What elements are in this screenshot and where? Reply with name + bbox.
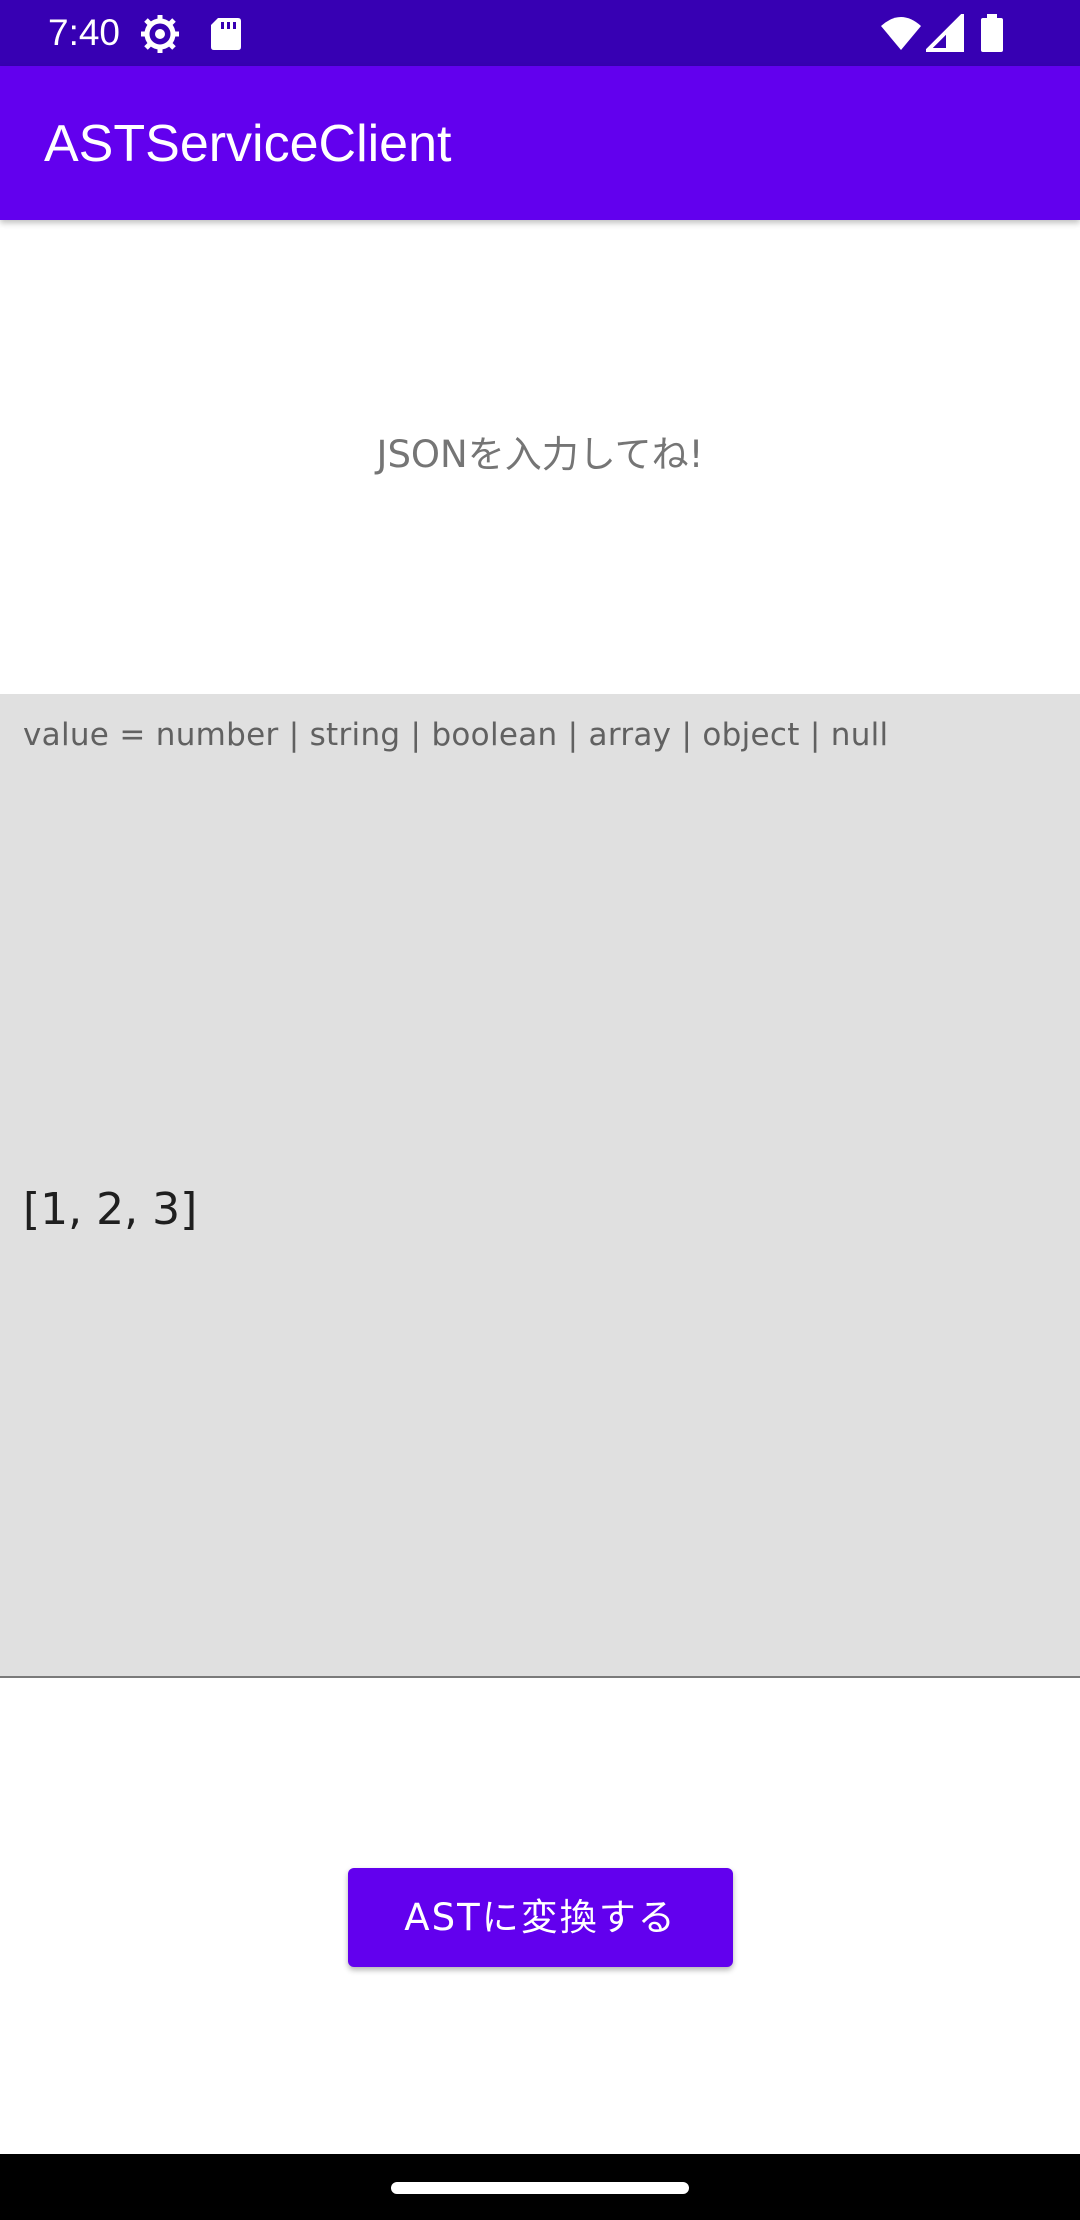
navigation-bar	[0, 2154, 1080, 2220]
input-hint: value = number | string | boolean | arra…	[23, 717, 889, 753]
wifi-icon	[880, 14, 922, 54]
signal-icon	[923, 11, 966, 54]
home-gesture-handle[interactable]	[391, 2182, 689, 2194]
sd-card-icon	[206, 14, 246, 54]
convert-to-ast-button[interactable]: ASTに変換する	[348, 1868, 733, 1967]
status-time: 7:40	[48, 12, 121, 53]
prompt-text: JSONを入力してね!	[376, 433, 704, 476]
json-input-field[interactable]: value = number | string | boolean | arra…	[0, 694, 1080, 1678]
status-bar: 7:40	[0, 0, 1080, 66]
app-title: ASTServiceClient	[44, 115, 452, 173]
settings-icon	[140, 14, 180, 54]
screen: 7:40 ASTServiceClient JSONを入力してね! value …	[0, 0, 1080, 2220]
battery-icon	[978, 14, 1006, 54]
input-value: [1, 2, 3]	[23, 1184, 198, 1235]
app-bar: ASTServiceClient	[0, 66, 1080, 220]
